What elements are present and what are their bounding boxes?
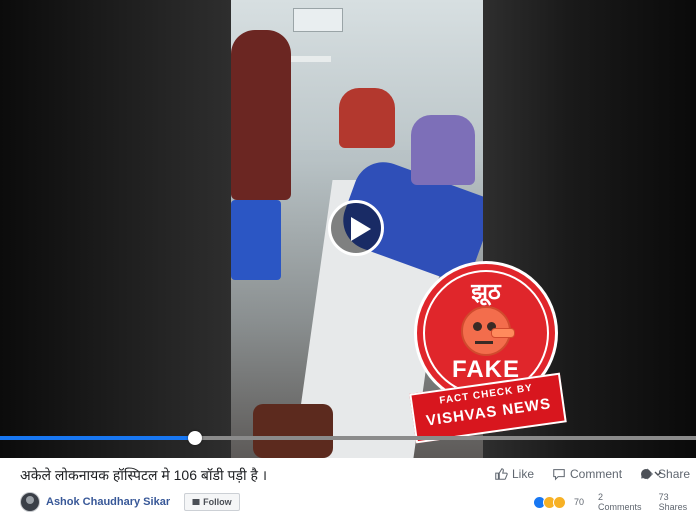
video-progress-bar[interactable] [0,431,696,445]
post-caption: अकेले लोकनायक हॉस्पिटल मे 106 बॉडी पड़ी … [20,467,268,483]
post-stats: 70 2 Comments 73 Shares [533,492,696,512]
liar-emoji-icon [461,306,515,356]
comments-count[interactable]: 2 Comments [598,492,645,512]
like-label: Like [512,467,535,481]
follow-button[interactable]: Follow [184,493,240,511]
reactions-count[interactable]: 70 [574,497,584,507]
avatar[interactable] [20,492,40,512]
reactions-icons[interactable] [533,495,566,509]
comment-label: Comment [570,467,623,481]
comment-button[interactable]: Comment [552,467,622,481]
thumbs-up-icon [495,468,508,480]
video-progress-fill [0,436,195,440]
play-icon[interactable] [328,200,384,256]
chevron-down-icon [654,471,662,476]
post-audience-dropdown[interactable] [640,464,664,484]
author-row: Ashok Chaudhary Sikar Follow [20,492,240,512]
comment-icon [553,469,565,481]
follow-label: Follow [203,497,232,507]
stamp-top-word: झूठ [471,279,501,304]
video-progress-handle[interactable] [188,431,202,445]
shares-count[interactable]: 73 Shares [659,492,696,512]
like-button[interactable]: Like [494,467,534,481]
globe-icon [641,469,651,479]
follow-icon [192,499,200,505]
haha-reaction-icon [553,495,566,509]
video-player[interactable]: झूठ FAKE FACT CHECK BY VISHVAS NEWS [0,0,696,458]
author-name[interactable]: Ashok Chaudhary Sikar [46,496,170,508]
video-blurred-left [0,0,231,458]
